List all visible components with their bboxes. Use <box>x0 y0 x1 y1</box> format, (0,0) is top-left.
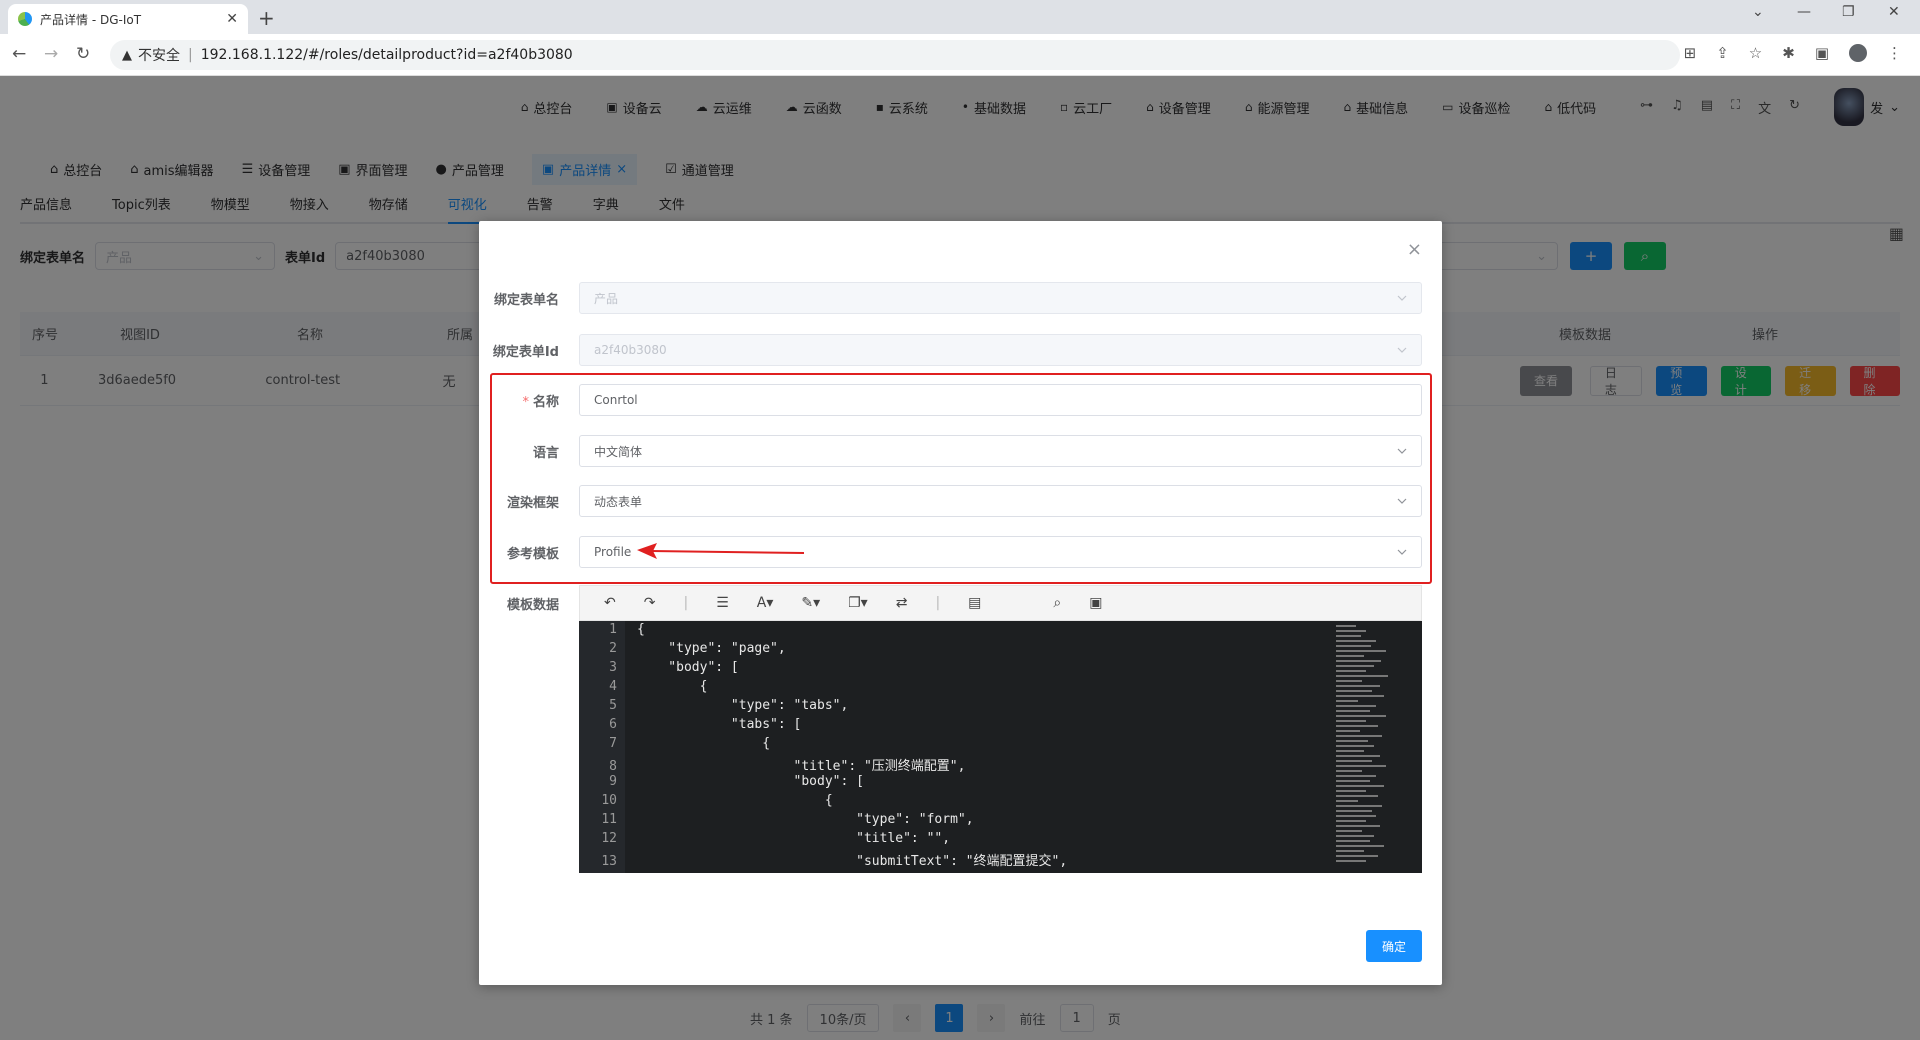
dialog-close-icon[interactable]: × <box>1407 239 1422 260</box>
required-mark: * <box>522 394 529 410</box>
translate-icon[interactable]: ⊞ <box>1684 44 1697 62</box>
template-data-label: 模板数据 <box>506 597 559 613</box>
form-row-language: 语言 中文简体 <box>479 435 1442 467</box>
confirm-button[interactable]: 确定 <box>1366 930 1422 962</box>
warning-icon: ▲ <box>122 47 132 63</box>
code-editor[interactable]: 1{ 2 "type": "page", 3 "body": [ 4 { 5 "… <box>579 621 1422 873</box>
chevron-down-icon <box>1397 498 1407 504</box>
search-icon[interactable]: ⌕ <box>1053 595 1061 611</box>
browser-toolbar-icons: ⊞ ⇪ ☆ ✱ ▣ ⋮ <box>1684 44 1902 62</box>
chevron-down-icon <box>1397 448 1407 454</box>
language-label: 语言 <box>532 445 559 461</box>
security-label: 不安全 <box>138 48 180 64</box>
form-row-name: * 名称 Conrtol <box>479 384 1442 416</box>
restore-icon[interactable]: ❐ <box>1842 4 1855 20</box>
code-line: 10 { <box>601 793 833 808</box>
code-line: 3 "body": [ <box>609 660 739 675</box>
new-tab-icon[interactable]: + <box>258 6 275 30</box>
template-label: 参考模板 <box>506 546 559 562</box>
code-line: 2 "type": "page", <box>609 641 786 656</box>
address-bar: ← → ↻ ▲ 不安全 | 192.168.1.122/#/roles/deta… <box>0 34 1920 76</box>
create-view-dialog: × 绑定表单名 产品 绑定表单Id a2f40b3080 * 名称 Conrtol… <box>479 221 1442 985</box>
form-row-form-id: 绑定表单Id a2f40b3080 <box>479 334 1442 366</box>
tab-search-icon[interactable]: ⌄ <box>1752 4 1764 20</box>
browser-tabstrip: 产品详情 - DG-IoT ✕ + ⌄ — ❐ ✕ <box>0 0 1920 34</box>
url-field[interactable]: ▲ 不安全 | 192.168.1.122/#/roles/detailprod… <box>110 40 1680 70</box>
forward-icon[interactable]: → <box>44 44 58 64</box>
chevron-down-icon <box>1397 549 1407 555</box>
indent-icon[interactable]: ☰ <box>716 595 729 611</box>
close-tab-icon[interactable]: ✕ <box>226 11 238 27</box>
url-separator: | <box>188 47 193 63</box>
font-icon[interactable]: A▾ <box>757 595 774 611</box>
copy-icon[interactable]: ❐▾ <box>848 595 868 611</box>
code-line: 11 "type": "form", <box>601 812 974 827</box>
language-select[interactable]: 中文简体 <box>579 435 1422 467</box>
reload-icon[interactable]: ↻ <box>76 44 90 64</box>
toolbar-separator: | <box>683 595 689 611</box>
window-close-icon[interactable]: ✕ <box>1888 4 1900 20</box>
annotation-arrow-icon <box>637 543 805 559</box>
chevron-down-icon <box>1397 295 1407 301</box>
profile-icon[interactable] <box>1849 44 1867 62</box>
framework-label: 渲染框架 <box>506 495 559 511</box>
extensions-icon[interactable]: ✱ <box>1782 44 1795 62</box>
side-panel-icon[interactable]: ▣ <box>1815 44 1829 62</box>
browser-tab-title: 产品详情 - DG-IoT <box>40 12 142 27</box>
code-line: 9 "body": [ <box>609 774 864 789</box>
share-icon[interactable]: ⇪ <box>1716 44 1729 62</box>
code-line: 1{ <box>609 622 645 637</box>
swap-icon[interactable]: ⇄ <box>896 595 908 611</box>
code-line: 6 "tabs": [ <box>609 717 802 732</box>
undo-icon[interactable]: ↶ <box>604 595 616 611</box>
back-icon[interactable]: ← <box>12 44 26 64</box>
code-line: 12 "title": "", <box>601 831 951 846</box>
save-icon[interactable]: ▣ <box>1089 595 1102 611</box>
form-id-label: 绑定表单Id <box>492 344 559 360</box>
url-text: 192.168.1.122/#/roles/detailproduct?id=a… <box>200 47 573 63</box>
magic-format-icon[interactable]: ✎▾ <box>801 595 820 611</box>
redo-icon[interactable]: ↷ <box>644 595 656 611</box>
name-input[interactable]: Conrtol <box>579 384 1422 416</box>
minimize-icon[interactable]: — <box>1797 4 1811 20</box>
code-line: 5 "type": "tabs", <box>609 698 849 713</box>
chevron-down-icon <box>1397 347 1407 353</box>
bookmark-star-icon[interactable]: ☆ <box>1749 44 1762 62</box>
code-line: 4 { <box>609 679 708 694</box>
form-id-select: a2f40b3080 <box>579 334 1422 366</box>
preview-icon[interactable]: ▤ <box>968 595 981 611</box>
toolbar-separator: | <box>935 595 941 611</box>
name-label: * 名称 <box>522 394 559 410</box>
browser-menu-icon[interactable]: ⋮ <box>1887 44 1902 62</box>
code-line: 7 { <box>609 736 771 751</box>
framework-select[interactable]: 动态表单 <box>579 485 1422 517</box>
editor-minimap[interactable] <box>1336 625 1396 869</box>
form-row-framework: 渲染框架 动态表单 <box>479 485 1442 517</box>
form-row-form-name: 绑定表单名 产品 <box>479 282 1442 314</box>
site-favicon-icon <box>18 12 32 26</box>
form-name-select: 产品 <box>579 282 1422 314</box>
form-name-label: 绑定表单名 <box>493 292 559 308</box>
code-line: 13 "submitText": "终端配置提交", <box>601 854 1068 869</box>
form-row-template: 参考模板 Profile <box>479 536 1442 568</box>
browser-tab[interactable]: 产品详情 - DG-IoT ✕ <box>8 4 248 34</box>
code-line: 8 "title": "压测终端配置", <box>609 759 966 774</box>
editor-toolbar: ↶ ↷ | ☰ A▾ ✎▾ ❐▾ ⇄ | ▤ ⌕ ▣ <box>579 585 1422 621</box>
